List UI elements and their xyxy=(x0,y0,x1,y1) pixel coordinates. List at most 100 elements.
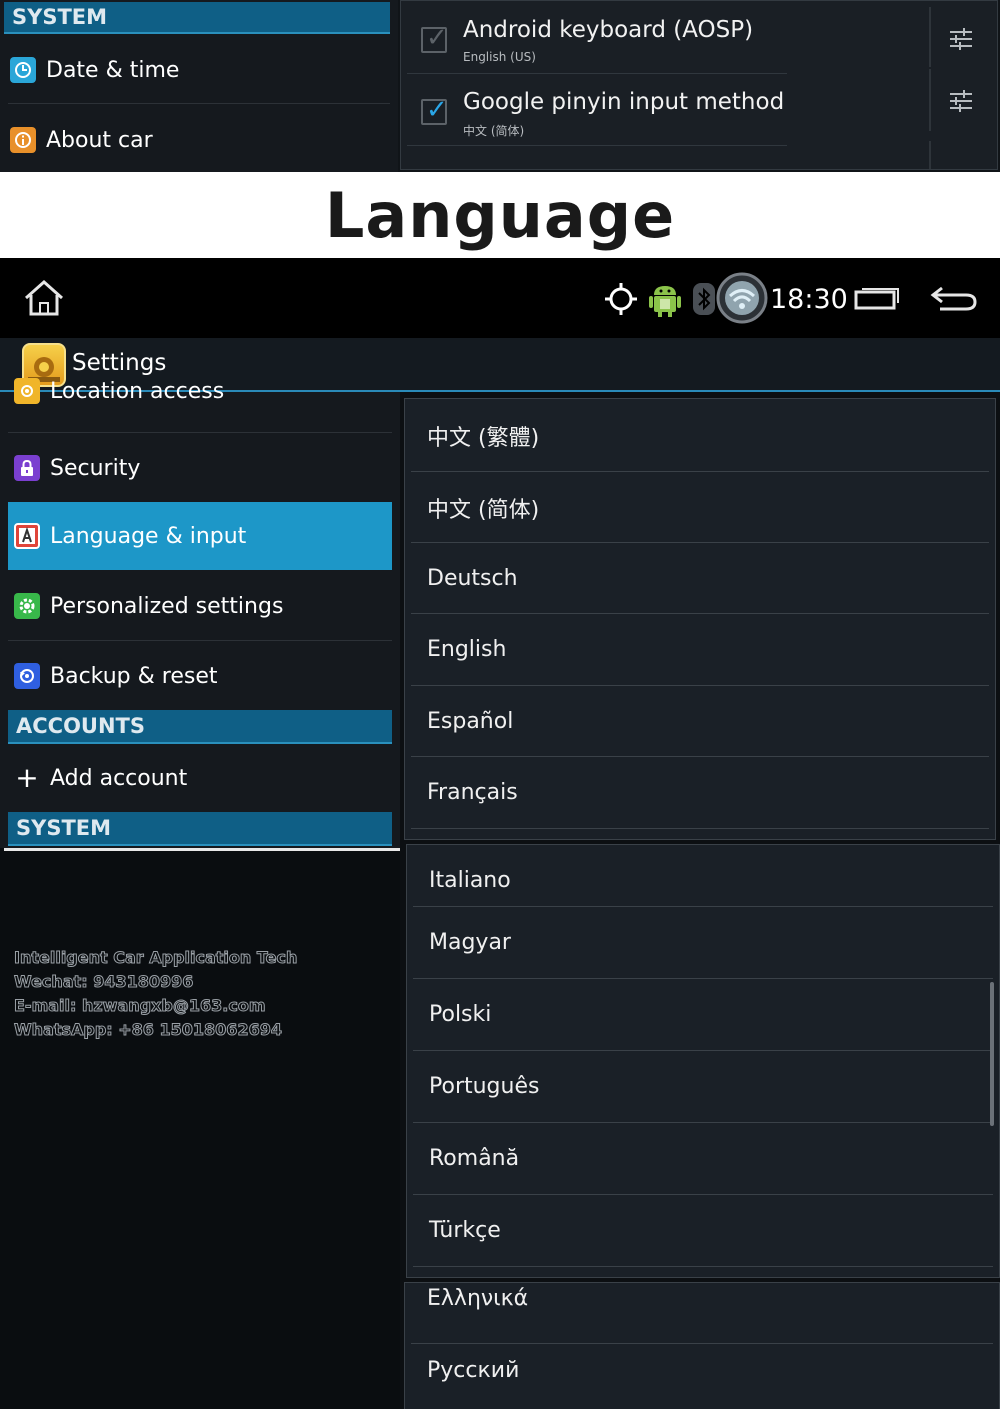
title-banner: Language xyxy=(0,172,1000,258)
sidebar-item-label: Location access xyxy=(50,378,225,404)
scrollbar[interactable] xyxy=(990,982,994,1126)
accounts-header: ACCOUNTS xyxy=(8,710,392,744)
divider xyxy=(411,828,989,829)
watermark-line: E-mail: hzwangxb@163.com xyxy=(13,996,266,1016)
sidebar-item-label: Language & input xyxy=(50,523,247,549)
language-item[interactable]: Русский xyxy=(405,1335,999,1406)
language-label: English xyxy=(427,637,507,662)
language-label: Español xyxy=(427,709,514,734)
language-label: Русский xyxy=(427,1358,520,1383)
plus-icon: + xyxy=(15,761,39,794)
keyboard-row-pinyin[interactable]: ✓ Google pinyin input method 中文 (简体) xyxy=(401,77,999,149)
settings-sidebar: Location access Security Language & inpu… xyxy=(0,378,400,1409)
wifi-icon xyxy=(716,272,768,324)
language-item[interactable]: Français xyxy=(405,757,995,828)
divider xyxy=(929,7,931,67)
language-item[interactable]: Türkçe xyxy=(407,1195,999,1266)
system-header-label: SYSTEM xyxy=(12,5,108,29)
watermark-line: Wechat: 943180996 xyxy=(13,972,194,992)
divider xyxy=(407,145,787,146)
back-icon[interactable] xyxy=(930,284,978,314)
check-icon: ✓ xyxy=(426,95,448,125)
language-item[interactable]: Polski xyxy=(407,979,999,1050)
divider xyxy=(407,73,787,74)
keyboard-subtitle: 中文 (简体) xyxy=(463,124,525,138)
language-list: Italiano Magyar Polski Português Română … xyxy=(406,844,1000,1278)
divider xyxy=(8,103,390,104)
divider xyxy=(929,69,931,131)
divider xyxy=(8,432,392,433)
sidebar-item-language-input[interactable]: Language & input xyxy=(8,502,392,570)
banner-title: Language xyxy=(324,178,676,252)
language-item[interactable]: Português xyxy=(407,1051,999,1122)
recent-apps-icon[interactable] xyxy=(854,286,900,312)
sidebar-item-security[interactable]: Security xyxy=(8,450,392,486)
language-label: Português xyxy=(429,1074,540,1099)
language-list-panel: 中文 (繁體) 中文 (简体) Deutsch English Español … xyxy=(400,392,1000,1409)
add-account-label: Add account xyxy=(50,765,188,791)
language-label: Deutsch xyxy=(427,566,518,591)
language-label: Ελληνικά xyxy=(427,1286,529,1311)
sidebar-item-location[interactable]: Location access xyxy=(8,374,392,408)
bluetooth-icon xyxy=(693,283,715,315)
keyboard-title: Android keyboard (AOSP) xyxy=(463,17,754,43)
settings-sliders-icon[interactable] xyxy=(947,87,975,115)
snippet-sidebar: SYSTEM Date & time About car xyxy=(0,0,398,172)
page-title: Settings xyxy=(72,350,167,376)
keyboard-subtitle: English (US) xyxy=(463,50,536,64)
divider xyxy=(929,141,931,169)
home-icon[interactable] xyxy=(22,278,66,318)
sidebar-item-date-time[interactable]: Date & time xyxy=(10,54,179,86)
sidebar-list: Location access Security Language & inpu… xyxy=(0,378,400,848)
backup-icon xyxy=(14,663,40,689)
language-label: Français xyxy=(427,780,518,805)
language-item[interactable]: Ελληνικά xyxy=(405,1263,999,1334)
add-account-button[interactable]: + Add account xyxy=(8,760,392,796)
divider xyxy=(8,640,392,641)
sidebar-item-label: Personalized settings xyxy=(50,593,284,619)
keyboard-title: Google pinyin input method xyxy=(463,89,785,115)
status-bar: 18:30 xyxy=(0,258,1000,338)
language-item[interactable]: Español xyxy=(405,686,995,757)
language-item[interactable]: 中文 (简体) xyxy=(405,472,995,543)
location-icon xyxy=(14,378,40,404)
watermark-text: Intelligent Car Application Tech Wechat:… xyxy=(13,946,298,1042)
language-list: Ελληνικά Русский xyxy=(404,1282,1000,1409)
language-item[interactable]: Magyar xyxy=(407,907,999,978)
accounts-header-label: ACCOUNTS xyxy=(16,714,146,738)
watermark-line: WhatsApp: +86 15018062694 xyxy=(13,1020,282,1040)
language-label: Italiano xyxy=(429,868,511,893)
keyboard-row-aosp[interactable]: ✓ Android keyboard (AOSP) English (US) xyxy=(401,5,999,77)
check-icon: ✓ xyxy=(426,23,448,53)
system-header: SYSTEM xyxy=(4,2,390,34)
sidebar-item-about-car[interactable]: About car xyxy=(10,124,153,156)
language-label: Türkçe xyxy=(429,1218,501,1243)
language-icon xyxy=(14,523,40,549)
system-header: SYSTEM xyxy=(8,812,392,846)
language-label: 中文 (简体) xyxy=(427,497,540,523)
checkbox-pinyin[interactable]: ✓ xyxy=(421,95,448,125)
sidebar-item-label: About car xyxy=(46,127,153,153)
language-label: Polski xyxy=(429,1002,492,1027)
clock-icon xyxy=(10,57,36,83)
language-label: 中文 (繁體) xyxy=(427,425,540,451)
language-item[interactable]: Română xyxy=(407,1123,999,1194)
gps-icon xyxy=(605,283,637,315)
language-item[interactable]: Deutsch xyxy=(405,543,995,614)
sidebar-item-label: Backup & reset xyxy=(50,663,218,689)
language-list: 中文 (繁體) 中文 (简体) Deutsch English Español … xyxy=(404,398,996,840)
info-icon xyxy=(10,127,36,153)
sidebar-item-backup-reset[interactable]: Backup & reset xyxy=(8,658,392,694)
keyboard-list: ✓ Android keyboard (AOSP) English (US) ✓… xyxy=(400,0,998,170)
clock-time: 18:30 xyxy=(770,284,848,315)
language-item[interactable]: 中文 (繁體) xyxy=(405,400,995,471)
settings-sliders-icon[interactable] xyxy=(947,25,975,53)
checkbox-aosp[interactable]: ✓ xyxy=(421,23,448,53)
language-label: Magyar xyxy=(429,930,511,955)
language-item[interactable]: English xyxy=(405,614,995,685)
sidebar-item-personalized[interactable]: Personalized settings xyxy=(8,588,392,624)
divider xyxy=(4,848,400,851)
watermark-line: Intelligent Car Application Tech xyxy=(13,948,298,968)
system-header-label: SYSTEM xyxy=(16,816,112,840)
android-icon xyxy=(649,286,681,317)
